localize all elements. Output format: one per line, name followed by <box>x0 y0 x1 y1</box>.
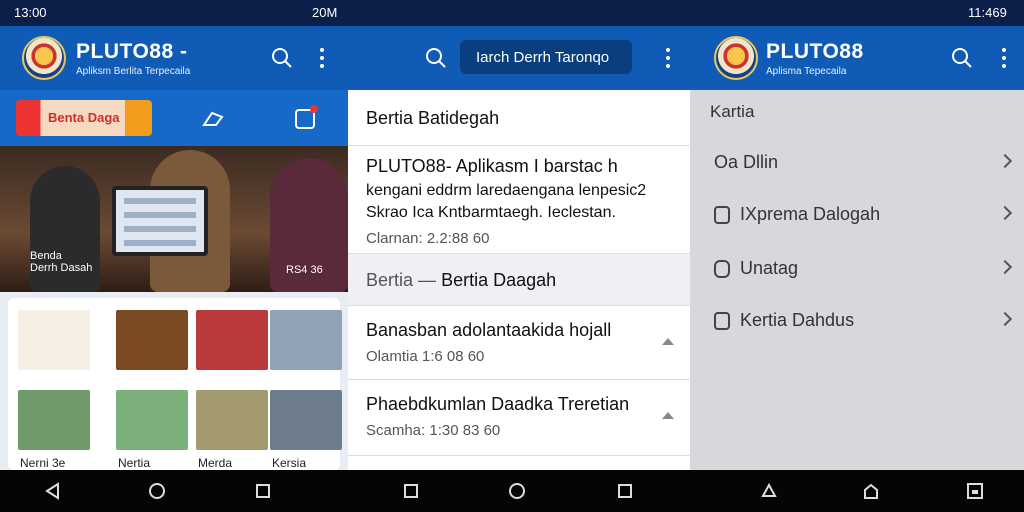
list-item[interactable]: Phaebdkumlan Daadka Treretian Scamha: 1:… <box>348 380 690 456</box>
clipboard-icon <box>714 312 730 330</box>
banner-text: Benta Daga <box>48 110 120 125</box>
app-logo <box>714 36 758 80</box>
recents-icon[interactable] <box>616 482 634 500</box>
thumbnail[interactable] <box>270 310 342 370</box>
article-meta: Scamha: 1:30 83 60 <box>366 422 501 439</box>
article-meta: Olamtia 1:6 08 60 <box>366 348 485 365</box>
recents-icon[interactable] <box>966 482 984 500</box>
thumbnail[interactable] <box>116 310 188 370</box>
promo-banner[interactable]: Benta Daga <box>16 100 152 136</box>
menu-item[interactable]: Kertia Dahdus <box>690 296 1024 348</box>
article-excerpt: kengani eddrm laredaengana lenpesic2 <box>366 182 647 199</box>
thumbnail[interactable] <box>18 390 90 450</box>
search-input[interactable]: Iarch Derrh Taronqo <box>460 40 632 74</box>
menu-item[interactable]: Oa Dllin <box>690 138 1024 190</box>
menu-item-label: Unatag <box>740 258 799 278</box>
chevron-right-icon <box>997 205 1013 221</box>
menu-item[interactable]: IXprema Dalogah <box>690 190 1024 242</box>
menu-item[interactable]: Unatag <box>690 244 1024 296</box>
section-header: Bertia Batidegah <box>348 90 690 146</box>
brand-title: PLUTO88 - <box>76 40 188 63</box>
menu-item-label: IXprema Dalogah <box>740 204 881 224</box>
laptop-image <box>112 186 208 256</box>
more-menu-icon[interactable] <box>990 44 1018 72</box>
home-icon[interactable] <box>508 482 526 500</box>
app-logo <box>22 36 66 80</box>
article-title: Phaebdkumlan Daadka Treretian <box>366 394 630 414</box>
thumbnail[interactable] <box>196 310 268 370</box>
menu-item-label: Kertia Dahdus <box>740 310 855 330</box>
status-text-mid: 20M <box>312 5 338 20</box>
search-icon[interactable] <box>268 44 296 72</box>
recents-icon[interactable] <box>254 482 272 500</box>
notification-icon[interactable] <box>292 104 320 132</box>
article-title: PLUTO88- Aplikasm I barstac h <box>366 156 618 176</box>
hero-image[interactable]: Benda Derrh Dasah RS4 36 <box>0 146 348 292</box>
brand-title: PLUTO88 <box>766 40 864 63</box>
list-item[interactable]: Banasban adolantaakida hojall Olamtia 1:… <box>348 306 690 380</box>
home-icon[interactable] <box>862 482 880 500</box>
recents-icon[interactable] <box>402 482 420 500</box>
brand-tagline: Apliksm Berlita Terpecaila <box>76 66 191 77</box>
more-menu-icon[interactable] <box>654 44 682 72</box>
expand-icon[interactable] <box>662 338 674 345</box>
app-bar-right: PLUTO88 Aplisma Tepecaila <box>690 26 1024 90</box>
search-icon[interactable] <box>422 44 450 72</box>
share-icon[interactable] <box>202 104 230 132</box>
chevron-right-icon <box>997 153 1013 169</box>
brand-tagline: Aplisma Tepecaila <box>766 66 847 77</box>
back-icon[interactable] <box>44 482 62 500</box>
menu-title: Kartia <box>710 102 755 121</box>
expand-icon[interactable] <box>662 412 674 419</box>
sub-toolbar: Benta Daga <box>0 90 348 146</box>
home-icon[interactable] <box>148 482 166 500</box>
status-time-left: 13:00 <box>14 5 47 20</box>
article-title: Banasban adolantaakida hojall <box>366 320 612 340</box>
chevron-right-icon <box>997 311 1013 327</box>
section-header: Bertia — Bertia Daagah <box>348 254 690 306</box>
article-excerpt: Skrao Ica Kntbarmtaegh. Ieclestan. <box>366 204 616 221</box>
thumbnail[interactable] <box>116 390 188 450</box>
status-time-right: 11:469 <box>968 5 1007 20</box>
hero-badge: RS4 36 <box>286 264 323 276</box>
app-bar-left: PLUTO88 - Apliksm Berlita Terpecaila <box>0 26 348 90</box>
more-menu-icon[interactable] <box>308 44 336 72</box>
thumbnail-label: Merda <box>198 456 233 470</box>
thumbnail-label: Kersia <box>272 456 307 470</box>
news-list-pane: Bertia Batidegah PLUTO88- Aplikasm I bar… <box>348 90 690 470</box>
system-nav-bar <box>0 470 1024 512</box>
chat-icon <box>714 260 730 278</box>
thumbnail[interactable] <box>18 310 90 370</box>
thumbnail-grid: Nerni 3e Nertia Merda Kersia <box>8 298 342 470</box>
section-title: Bertia Batidegah <box>366 108 500 128</box>
thumbnail-label: Nertia <box>118 456 151 470</box>
status-bar: 13:00 20M 11:469 <box>0 0 1024 26</box>
thumbnail-label: Nerni 3e <box>20 456 66 470</box>
menu-item-label: Oa Dllin <box>714 152 779 172</box>
section-label: Bertia — Bertia Daagah <box>366 270 557 290</box>
chevron-right-icon <box>997 259 1013 275</box>
article-meta: Clarnan: 2.2:88 60 <box>366 230 490 247</box>
document-icon <box>714 206 730 224</box>
thumbnail[interactable] <box>270 390 342 450</box>
drawer-menu: Kartia Oa Dllin IXprema Dalogah Unatag K… <box>690 90 1024 470</box>
search-icon[interactable] <box>948 44 976 72</box>
hero-caption: Benda Derrh Dasah <box>30 250 93 274</box>
thumbnail[interactable] <box>196 390 268 450</box>
list-item[interactable]: PLUTO88- Aplikasm I barstac h kengani ed… <box>348 146 690 254</box>
home-icon[interactable] <box>760 482 778 500</box>
home-pane: Benta Daga Benda Derrh Dasah RS4 36 Nern… <box>0 90 348 470</box>
